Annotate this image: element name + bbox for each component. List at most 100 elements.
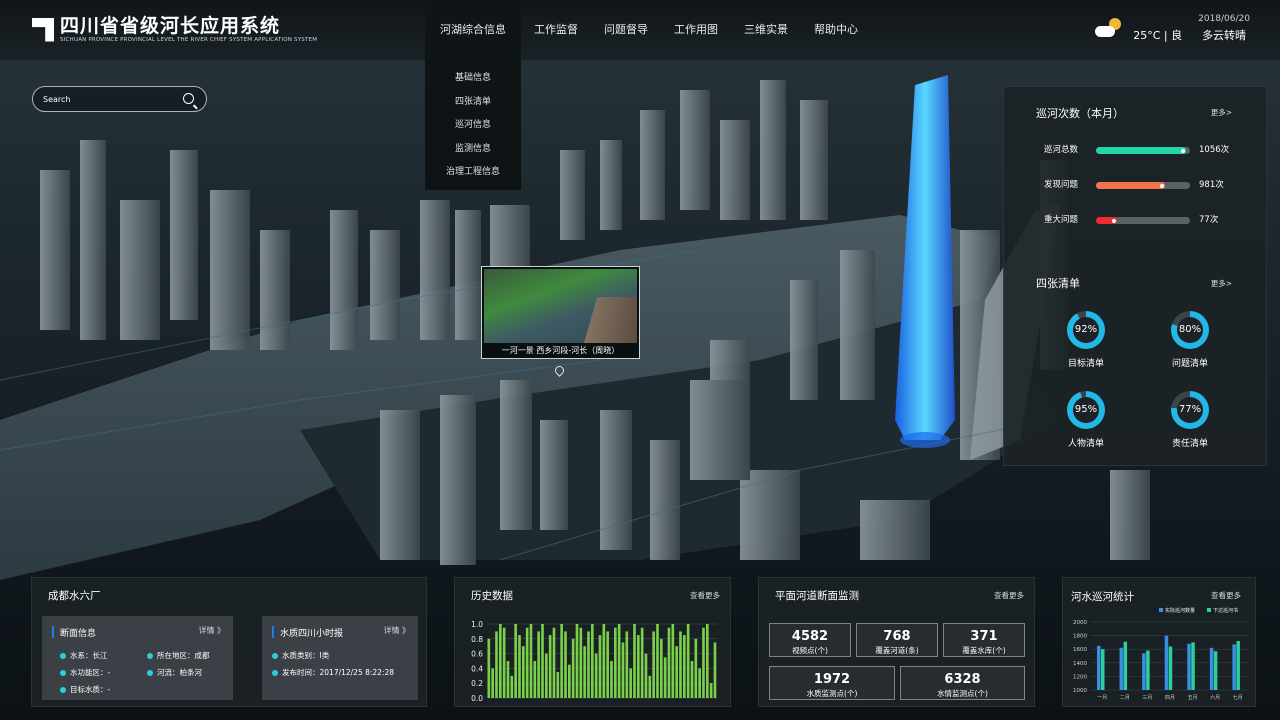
history-bar: [506, 661, 510, 698]
ring-label: 目标清单: [1067, 359, 1104, 369]
y-tick-label: 0.4: [471, 664, 483, 673]
nav-supervision[interactable]: 工作监督: [521, 0, 591, 60]
history-bar: [660, 638, 663, 698]
stat-video-points[interactable]: 4582 视频点(个): [769, 623, 851, 657]
nav-3d-view[interactable]: 三维实景: [731, 0, 801, 60]
history-bar: [495, 631, 498, 698]
nav-river-info[interactable]: 河湖综合信息: [425, 0, 521, 60]
y-tick-label: 1200: [1073, 674, 1087, 680]
search-icon[interactable]: [183, 93, 194, 104]
stat-hydro-points[interactable]: 6328 水情监测点(个): [900, 666, 1025, 700]
patrol-stats-title: 河水巡河统计: [1071, 591, 1134, 603]
patrol-stat-bar: [1213, 651, 1218, 690]
x-tick-label: 一月: [1097, 695, 1107, 701]
history-bar: [514, 624, 517, 698]
history-bar: [640, 627, 644, 698]
history-bar: [575, 624, 579, 698]
menu-item-monitor-info[interactable]: 监测信息: [425, 141, 521, 165]
nav-issue-guidance[interactable]: 问题督导: [591, 0, 661, 60]
field-quality-class: 水质类别：Ⅰ类: [272, 650, 329, 661]
history-bar: [594, 653, 598, 698]
history-bar: [491, 668, 494, 698]
list-progress-ring[interactable]: 95%: [1067, 391, 1105, 429]
patrol-row-label: 重大问题: [1044, 215, 1079, 225]
history-bar: [709, 683, 713, 698]
history-panel: 历史数据 查看更多 0.0 0.2 0.4 0.6 0.8 1.0: [454, 577, 731, 707]
history-bar: [706, 624, 709, 698]
patrol-row-label: 发现问题: [1044, 180, 1079, 190]
history-bar: [606, 631, 609, 698]
history-bar: [502, 627, 506, 698]
section-monitor-more-link[interactable]: 查看更多: [994, 590, 1024, 601]
patrol-stat-bar: [1168, 646, 1173, 690]
patrol-title: 巡河次数（本月）: [1036, 107, 1124, 120]
history-bar: [541, 624, 544, 698]
scene-popup[interactable]: 一河一景 西乡河段-河长（周晓）: [481, 266, 640, 359]
x-tick-label: 五月: [1188, 695, 1198, 701]
ring-label: 问题清单: [1171, 359, 1208, 369]
y-tick-label: 0.6: [471, 650, 483, 659]
history-chart: 0.0 0.2 0.4 0.6 0.8 1.0: [471, 620, 717, 703]
field-function-zone: 水功能区：-: [60, 667, 110, 678]
patrol-row: 发现问题 981次: [1044, 178, 1254, 192]
ring-percent: 80%: [1177, 317, 1203, 343]
field-publish-time: 发布时间：2017/12/25 8:22:28: [272, 667, 394, 678]
ring-percent: 95%: [1073, 397, 1099, 423]
weather-temp: 25°C | 良: [1133, 28, 1183, 42]
history-bar: [571, 638, 575, 698]
section-detail-link[interactable]: 详情 》: [198, 625, 225, 636]
history-bar: [614, 627, 617, 698]
menu-item-basic-info[interactable]: 基础信息: [425, 70, 521, 94]
patrol-more-link[interactable]: 更多>: [1211, 107, 1232, 118]
history-title: 历史数据: [471, 590, 513, 602]
stat-covered-rivers[interactable]: 768 覆盖河道(条): [856, 623, 938, 657]
quality-detail-link[interactable]: 详情 》: [383, 625, 410, 636]
nav-work-map[interactable]: 工作用图: [661, 0, 731, 60]
patrol-stats-more-link[interactable]: 查看更多: [1211, 590, 1241, 601]
field-river: 河流：柏条河: [147, 667, 202, 678]
history-bar: [548, 635, 552, 698]
partly-cloudy-icon: [1095, 17, 1122, 40]
y-tick-label: 0.2: [471, 679, 483, 688]
y-tick-label: 1.0: [471, 620, 483, 629]
patrol-progress-bar: [1096, 147, 1190, 154]
history-bar: [487, 638, 491, 698]
search-box: [32, 86, 207, 112]
menu-item-four-lists[interactable]: 四张清单: [425, 94, 521, 118]
history-more-link[interactable]: 查看更多: [690, 590, 720, 601]
patrol-progress-fill: [1096, 182, 1165, 189]
list-progress-ring[interactable]: 92%: [1067, 311, 1105, 349]
ring-percent: 92%: [1073, 317, 1099, 343]
x-tick-label: 二月: [1120, 695, 1130, 701]
patrol-row: 巡河总数 1056次: [1044, 143, 1254, 157]
history-bar: [675, 646, 678, 698]
main-nav: 河湖综合信息 工作监督 问题督导 工作用图 三维实景 帮助中心: [425, 0, 871, 60]
legend-label: 实际巡河数量: [1165, 607, 1195, 614]
menu-item-patrol-info[interactable]: 巡河信息: [425, 117, 521, 141]
history-bar: [510, 675, 514, 698]
list-progress-ring[interactable]: 80%: [1171, 311, 1209, 349]
nav-help[interactable]: 帮助中心: [801, 0, 871, 60]
app-title: 四川省省级河长应用系统: [60, 15, 281, 37]
lists-more-link[interactable]: 更多>: [1211, 278, 1232, 289]
stat-quality-points[interactable]: 1972 水质监测点(个): [769, 666, 895, 700]
history-bar: [671, 624, 675, 698]
list-progress-ring[interactable]: 77%: [1171, 391, 1209, 429]
history-bar: [583, 646, 586, 698]
x-tick-label: 四月: [1165, 695, 1175, 701]
search-input[interactable]: [43, 92, 173, 107]
history-bar: [648, 675, 652, 698]
patrol-progress-bar: [1096, 217, 1190, 224]
history-bar: [556, 672, 560, 698]
patrol-stat-bar: [1101, 649, 1105, 690]
x-tick-label: 七月: [1233, 694, 1243, 701]
section-info-title: 断面信息: [60, 629, 97, 639]
history-bar: [656, 624, 659, 698]
history-bar: [537, 631, 540, 698]
stat-covered-reservoirs[interactable]: 371 覆盖水库(个): [943, 623, 1025, 657]
right-panel: 巡河次数（本月） 更多> 巡河总数 1056次 发现问题 981次 重大问题 77次 四张…: [1003, 86, 1267, 466]
patrol-stat-bar: [1187, 643, 1191, 690]
logo-icon: [32, 17, 54, 42]
menu-item-governance[interactable]: 治理工程信息: [425, 164, 521, 188]
history-bar: [679, 631, 682, 698]
